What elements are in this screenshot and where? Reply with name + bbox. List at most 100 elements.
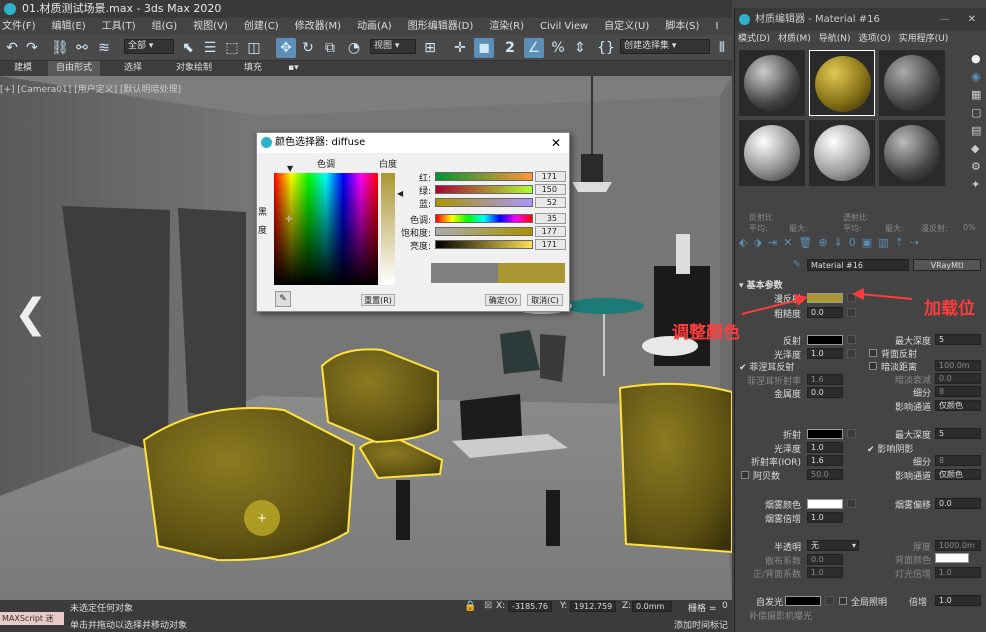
menu-customize[interactable]: 自定义(U) bbox=[604, 18, 649, 35]
background-icon[interactable]: ▦ bbox=[971, 88, 981, 101]
maxscript-listener[interactable]: MAXScript 迷 bbox=[0, 612, 64, 625]
refract-map-button[interactable] bbox=[847, 429, 856, 438]
backlight-icon[interactable]: ◉ bbox=[971, 70, 981, 83]
select-move-icon[interactable]: ✥ bbox=[276, 38, 296, 58]
translucency-dropdown[interactable]: 无 ▾ bbox=[807, 540, 859, 551]
menu-view[interactable]: 视图(V) bbox=[193, 18, 228, 35]
material-name-field[interactable]: Material #16 bbox=[807, 259, 909, 271]
named-selection-icon[interactable]: {} bbox=[596, 38, 616, 58]
bind-spacewarp-icon[interactable]: ≋ bbox=[94, 38, 114, 58]
move-axis-icon[interactable]: ✛ bbox=[450, 38, 470, 58]
refl-subdiv-value[interactable]: 8 bbox=[935, 386, 981, 397]
menu-options[interactable]: 选项(O) bbox=[859, 31, 891, 47]
green-value[interactable]: 150 bbox=[535, 184, 566, 195]
angle-snap-icon[interactable]: ∠ bbox=[524, 38, 544, 58]
unlink-icon[interactable]: ⚯ bbox=[72, 38, 92, 58]
assign-material-icon[interactable]: ⇥ bbox=[768, 236, 777, 252]
refl-affect-channels-dropdown[interactable]: 仅颜色 bbox=[935, 400, 981, 411]
gloss-value[interactable]: 1.0 bbox=[807, 348, 843, 359]
sample-slot-6[interactable] bbox=[879, 120, 945, 186]
get-material-icon[interactable]: ⬖ bbox=[739, 236, 747, 252]
value-slider[interactable] bbox=[435, 240, 533, 249]
metalness-value[interactable]: 0.0 bbox=[807, 387, 843, 398]
red-slider[interactable] bbox=[435, 172, 533, 181]
reflect-map-button[interactable] bbox=[847, 335, 856, 344]
sample-slot-4[interactable] bbox=[739, 120, 805, 186]
saturation-value[interactable]: 177 bbox=[535, 226, 566, 237]
ior-value[interactable]: 1.6 bbox=[807, 455, 843, 466]
hue-blackness-field[interactable] bbox=[274, 173, 378, 285]
green-slider[interactable] bbox=[435, 185, 533, 194]
select-object-icon[interactable]: ⬉ bbox=[178, 38, 198, 58]
sample-uv-icon[interactable]: ▢ bbox=[971, 106, 981, 119]
named-selection-set-dropdown[interactable]: 创建选择集 ▾ bbox=[620, 39, 710, 54]
menu-animation[interactable]: 动画(A) bbox=[357, 18, 392, 35]
reset-button[interactable]: 重置(R) bbox=[361, 294, 395, 306]
menu-navigation[interactable]: 导航(N) bbox=[819, 31, 851, 47]
sample-slot-2[interactable] bbox=[809, 50, 875, 116]
reset-map-icon[interactable]: ✕ bbox=[783, 236, 792, 252]
self-illum-mult-value[interactable]: 1.0 bbox=[935, 595, 981, 606]
self-illum-color-swatch[interactable] bbox=[785, 596, 821, 606]
menu-create[interactable]: 创建(C) bbox=[244, 18, 279, 35]
menu-tools[interactable]: 工具(T) bbox=[102, 18, 136, 35]
value-value[interactable]: 171 bbox=[535, 239, 566, 250]
show-end-result-icon[interactable]: ▥ bbox=[878, 236, 888, 252]
menu-group[interactable]: 组(G) bbox=[152, 18, 178, 35]
undo-icon[interactable]: ↶ bbox=[2, 38, 22, 58]
mirror-icon[interactable]: ⫴ bbox=[712, 38, 732, 58]
sample-slot-3[interactable] bbox=[879, 50, 945, 116]
sample-slot-1[interactable] bbox=[739, 50, 805, 116]
rect-selection-icon[interactable]: ⬚ bbox=[222, 38, 242, 58]
refract-max-depth-value[interactable]: 5 bbox=[935, 428, 981, 439]
select-by-material-icon[interactable]: ✦ bbox=[971, 178, 980, 191]
menu-modifiers[interactable]: 修改器(M) bbox=[295, 18, 341, 35]
refract-gloss-value[interactable]: 1.0 bbox=[807, 442, 843, 453]
menu-more[interactable]: I bbox=[715, 18, 718, 35]
select-by-name-icon[interactable]: ☰ bbox=[200, 38, 220, 58]
material-editor-title-bar[interactable]: 材质编辑器 - Material #16 — ✕ bbox=[735, 8, 986, 31]
tab-object-paint[interactable]: 对象绘制 bbox=[168, 61, 220, 76]
go-parent-icon[interactable]: ⇡ bbox=[895, 236, 904, 252]
blue-value[interactable]: 52 bbox=[535, 197, 566, 208]
delete-icon[interactable]: 🗑 bbox=[798, 236, 812, 252]
fog-multiplier-value[interactable]: 1.0 bbox=[807, 512, 843, 523]
ok-button[interactable]: 确定(O) bbox=[485, 294, 521, 306]
pivot-center-icon[interactable]: ⊞ bbox=[420, 38, 440, 58]
y-coordinate[interactable]: 1912.759 bbox=[570, 601, 616, 612]
dim-distance-value[interactable]: 100.0m bbox=[935, 360, 981, 371]
color-picker-dialog[interactable]: 颜色选择器: diffuse ✕ 色调 白度 黑 度 ✛ ◀ ▼ ✎ 重置(R)… bbox=[256, 132, 570, 312]
eyedropper-icon[interactable]: ✎ bbox=[275, 291, 291, 307]
show-shaded-icon[interactable]: ▣ bbox=[862, 236, 872, 252]
make-preview-icon[interactable]: ◆ bbox=[971, 142, 979, 155]
tab-populate[interactable]: 填充 bbox=[236, 61, 270, 76]
light-multiplier-value[interactable]: 1.0 bbox=[935, 567, 981, 578]
hue-value[interactable]: 35 bbox=[535, 213, 566, 224]
self-illum-map-button[interactable] bbox=[825, 596, 834, 605]
absolute-mode-icon[interactable]: ⊠ bbox=[484, 600, 492, 611]
menu-material[interactable]: 材质(M) bbox=[778, 31, 811, 47]
keyboard-shortcut-icon[interactable]: ◼ bbox=[474, 38, 494, 58]
fwd-back-coeff-value[interactable]: 1.0 bbox=[807, 567, 843, 578]
blue-slider[interactable] bbox=[435, 198, 533, 207]
snap-toggle-icon[interactable]: 2 bbox=[500, 38, 520, 58]
select-place-icon[interactable]: ◔ bbox=[344, 38, 364, 58]
gloss-map-button[interactable] bbox=[847, 349, 856, 358]
back-reflect-checkbox[interactable] bbox=[869, 349, 877, 357]
put-to-scene-icon[interactable]: ⬗ bbox=[753, 236, 761, 252]
hue-slider[interactable] bbox=[435, 214, 533, 223]
material-id-icon[interactable]: 0 bbox=[849, 236, 856, 252]
gi-checkbox[interactable] bbox=[839, 597, 847, 605]
minimize-icon[interactable]: — bbox=[940, 8, 950, 31]
red-value[interactable]: 171 bbox=[535, 171, 566, 182]
menu-render[interactable]: 渲染(R) bbox=[489, 18, 524, 35]
color-picker-title-bar[interactable]: 颜色选择器: diffuse ✕ bbox=[257, 133, 569, 153]
window-crossing-icon[interactable]: ◫ bbox=[244, 38, 264, 58]
add-time-tag[interactable]: 添加时间标记 bbox=[674, 618, 728, 631]
sample-slot-5[interactable] bbox=[809, 120, 875, 186]
affect-shadow-checkbox[interactable]: ✔ 影响阴影 bbox=[867, 442, 913, 455]
abbe-checkbox[interactable] bbox=[741, 471, 749, 479]
max-depth-value[interactable]: 5 bbox=[935, 334, 981, 345]
fog-bias-value[interactable]: 0.0 bbox=[935, 498, 981, 509]
options-icon[interactable]: ⚙ bbox=[971, 160, 981, 173]
